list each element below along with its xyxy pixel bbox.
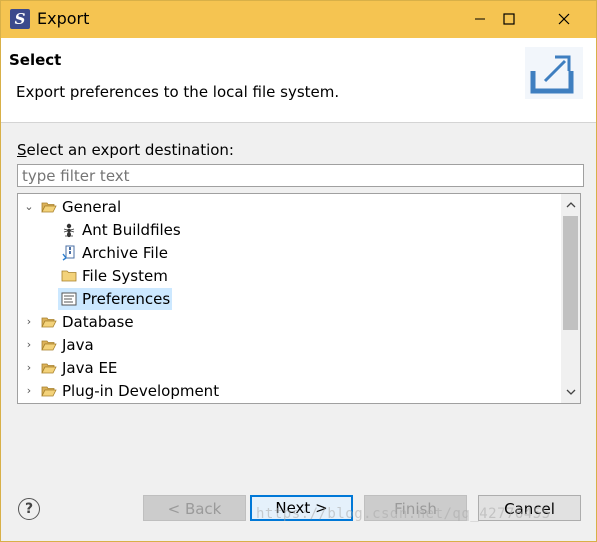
page-title: Select — [9, 51, 62, 69]
page-description: Export preferences to the local file sys… — [16, 83, 340, 101]
maximize-button[interactable] — [486, 1, 532, 38]
tree-item-label: Ant Buildfiles — [82, 221, 181, 239]
preferences-icon — [61, 292, 77, 306]
folder-icon — [61, 270, 77, 282]
close-icon — [558, 13, 570, 25]
export-wizard-icon — [525, 47, 583, 99]
scrollbar-thumb[interactable] — [563, 216, 578, 330]
chevron-down-icon — [566, 389, 575, 395]
chevron-right-icon[interactable]: › — [22, 357, 36, 379]
tree-item-label: Java — [62, 336, 94, 354]
folder-icon — [41, 317, 57, 328]
tree-item-label: Database — [62, 313, 134, 331]
back-button[interactable]: < Back — [143, 495, 246, 521]
chevron-right-icon[interactable]: › — [22, 380, 36, 402]
wizard-header: Select Export preferences to the local f… — [1, 38, 596, 123]
close-button[interactable] — [541, 1, 587, 38]
tree-item-label: Plug-in Development — [62, 382, 220, 400]
tree-item-label: File System — [82, 267, 168, 285]
folder-icon — [41, 386, 57, 397]
tree-item-label: General — [62, 198, 122, 216]
folder-icon — [41, 363, 57, 374]
archive-file-icon — [62, 245, 75, 261]
export-destination-tree[interactable]: ⌄ General Ant Buildfiles Archive File Fi… — [17, 193, 581, 404]
tree-item-label: Preferences — [82, 290, 171, 308]
vertical-scrollbar[interactable] — [561, 194, 580, 403]
folder-open-icon — [41, 202, 57, 213]
watermark: https://blog.csdn.net/qq_42776455 — [256, 506, 551, 522]
eclipse-icon: S — [10, 9, 30, 29]
scroll-down-icon[interactable] — [561, 383, 580, 401]
window-title: Export — [37, 9, 90, 28]
export-dialog: S Export Select Export preferences to th… — [0, 0, 597, 542]
ant-icon — [63, 223, 75, 238]
filter-input[interactable] — [17, 164, 584, 187]
title-bar[interactable]: S Export — [1, 1, 596, 38]
help-icon[interactable]: ? — [18, 498, 40, 520]
tree-item-label: Archive File — [82, 244, 168, 262]
scroll-up-icon[interactable] — [561, 196, 580, 214]
chevron-down-icon[interactable]: ⌄ — [22, 196, 36, 218]
maximize-icon — [503, 13, 515, 25]
chevron-right-icon[interactable]: › — [22, 334, 36, 356]
tree-item-label: Java EE — [62, 359, 118, 377]
folder-icon — [41, 340, 57, 351]
chevron-right-icon[interactable]: › — [22, 311, 36, 333]
minimize-icon — [475, 18, 485, 20]
chevron-up-icon — [566, 202, 575, 208]
destination-label: Select an export destination: — [17, 141, 234, 159]
